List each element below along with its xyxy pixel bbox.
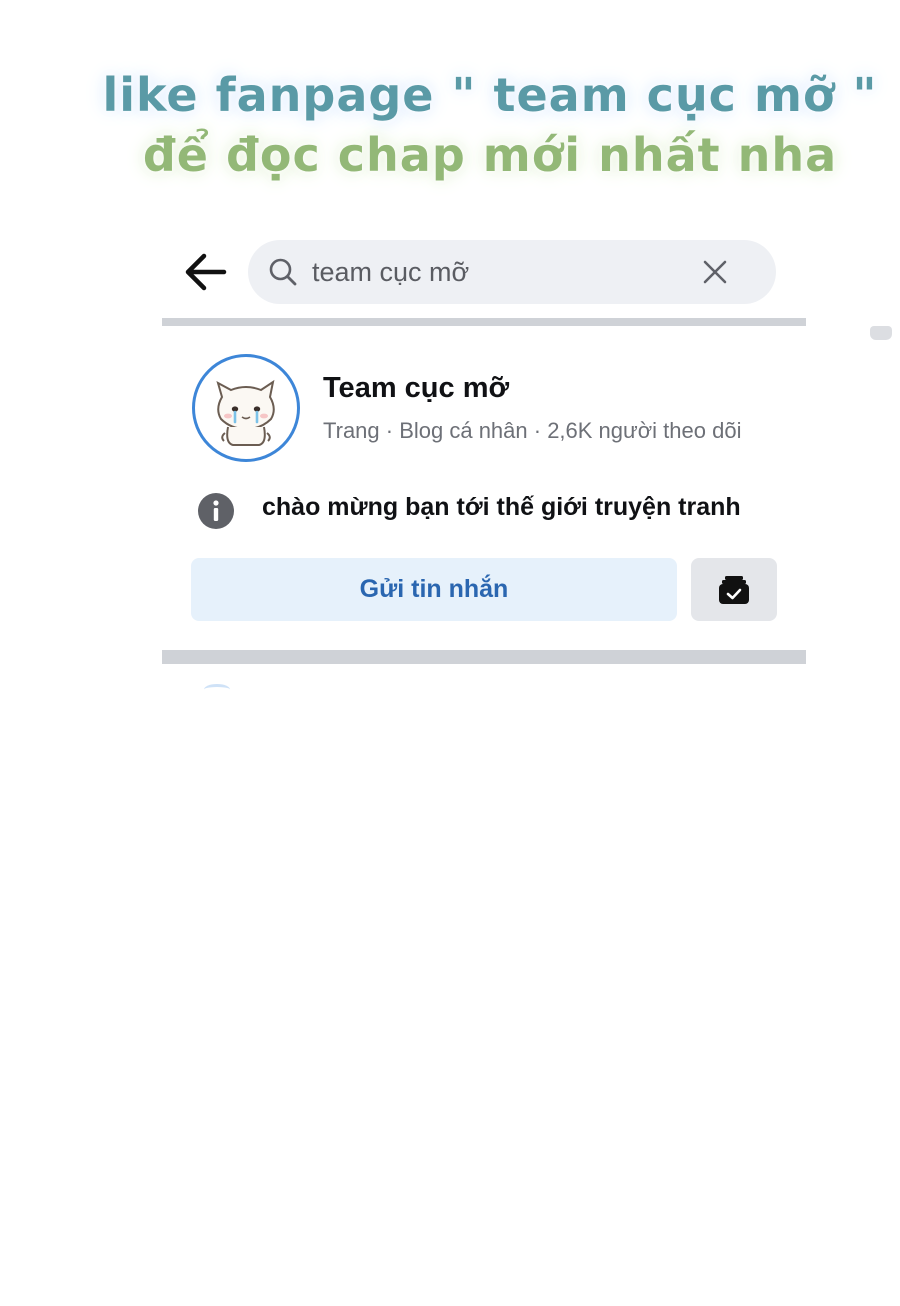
arrow-left-icon (185, 253, 227, 291)
next-result-partial (204, 684, 230, 695)
page-avatar[interactable] (192, 354, 300, 462)
send-message-button[interactable]: Gửi tin nhắn (191, 558, 677, 621)
search-input[interactable] (312, 252, 692, 292)
cat-avatar-icon (216, 379, 275, 446)
page-bio: chào mừng bạn tới thế giới truyện tranh (262, 493, 741, 521)
close-icon[interactable] (700, 257, 730, 287)
info-icon (198, 493, 234, 529)
page-meta: Trang · Blog cá nhân · 2,6K người theo d… (323, 418, 742, 443)
section-divider (162, 650, 806, 664)
promo-banner-line-1: like fanpage " team cục mỡ " (102, 68, 878, 122)
page-name[interactable]: Team cục mỡ (323, 372, 509, 405)
scroll-indicator[interactable] (870, 326, 892, 340)
followed-check-icon (719, 576, 749, 604)
search-bar[interactable] (248, 240, 776, 304)
section-divider (162, 318, 806, 326)
search-icon (269, 258, 297, 286)
promo-banner-line-2: để đọc chap mới nhất nha (142, 128, 838, 182)
follow-status-button[interactable] (691, 558, 777, 621)
back-button[interactable] (182, 252, 228, 292)
